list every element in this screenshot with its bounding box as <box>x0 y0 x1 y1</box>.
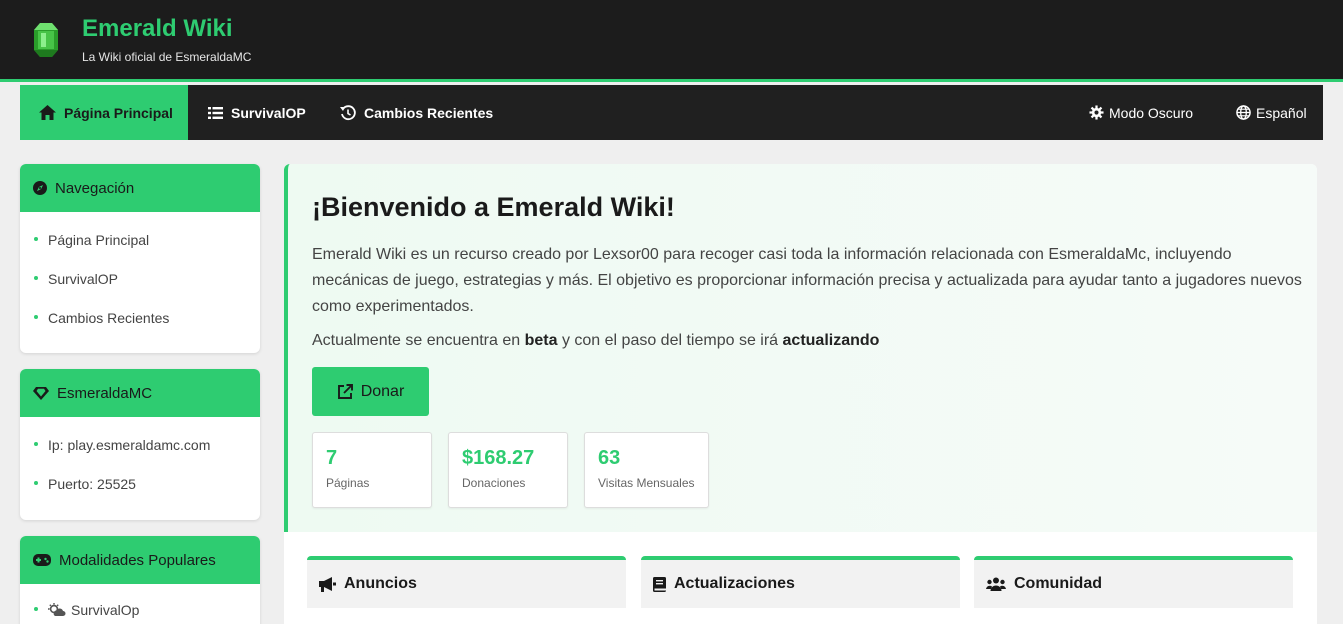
beta-note-prefix: Actualmente se encuentra en <box>312 332 521 349</box>
stat-visits-label: Visitas Mensuales <box>598 476 695 490</box>
sidebar-navigation-header: Navegación <box>20 164 260 212</box>
panel-announcements-body <box>307 608 626 624</box>
panel-community-title: Comunidad <box>1014 575 1102 592</box>
gem-icon <box>33 386 49 400</box>
beta-note-middle: y con el paso del tiempo se irá <box>561 332 779 349</box>
stat-pages: 7 Páginas <box>312 432 432 508</box>
panel-updates: Actualizaciones <box>641 556 960 624</box>
page-title: ¡Bienvenido a Emerald Wiki! <box>312 192 675 222</box>
main-navbar: Página Principal SurvivalOP Cambios Reci… <box>20 85 1323 140</box>
sidebar-server-header: EsmeraldaMC <box>20 369 260 417</box>
users-icon <box>986 577 1006 591</box>
panel-community-body <box>974 608 1293 624</box>
donate-button[interactable]: Donar <box>312 367 429 416</box>
globe-icon <box>1236 105 1251 120</box>
sidebar-modes-card: Modalidades Populares SurvivalOp <box>20 536 260 624</box>
stat-pages-label: Páginas <box>326 476 370 490</box>
sidebar-modes-header: Modalidades Populares <box>20 536 260 584</box>
panel-updates-body <box>641 608 960 624</box>
sidebar-modes-title: Modalidades Populares <box>59 551 216 569</box>
history-icon <box>340 104 356 121</box>
external-link-icon <box>337 383 353 400</box>
main-content: ¡Bienvenido a Emerald Wiki! Emerald Wiki… <box>284 164 1317 624</box>
compass-icon <box>33 181 47 195</box>
nav-home[interactable]: Página Principal <box>20 85 188 140</box>
weather-icon <box>48 602 66 617</box>
nav-recent-changes-label: Cambios Recientes <box>364 104 494 121</box>
nav-survivalop-label: SurvivalOP <box>231 104 306 121</box>
site-header: Emerald Wiki La Wiki oficial de Esmerald… <box>0 0 1343 82</box>
site-subtitle: La Wiki oficial de EsmeraldaMC <box>82 50 252 64</box>
panel-announcements: Anuncios <box>307 556 626 624</box>
list-icon <box>208 106 223 119</box>
nav-survivalop[interactable]: SurvivalOP <box>208 85 306 140</box>
stat-donations: $168.27 Donaciones <box>448 432 568 508</box>
language-label: Español <box>1256 104 1307 121</box>
sidebar-server-title: EsmeraldaMC <box>57 384 153 402</box>
stat-visits-value: 63 <box>598 447 621 469</box>
panel-announcements-header: Anuncios <box>307 560 626 608</box>
home-icon <box>39 105 56 120</box>
dark-mode-label: Modo Oscuro <box>1109 104 1194 121</box>
stat-donations-label: Donaciones <box>462 476 526 490</box>
sidebar-link-home[interactable]: Página Principal <box>20 220 260 259</box>
mode-link-survivalop[interactable]: SurvivalOp <box>20 590 260 624</box>
language-selector[interactable]: Español <box>1236 85 1307 140</box>
nav-home-label: Página Principal <box>64 104 173 121</box>
sidebar-link-recent-changes[interactable]: Cambios Recientes <box>20 298 260 337</box>
welcome-hero: ¡Bienvenido a Emerald Wiki! Emerald Wiki… <box>284 164 1317 532</box>
donate-label: Donar <box>360 382 405 400</box>
gear-icon <box>1089 105 1104 120</box>
beta-note-updating: actualizando <box>782 332 880 349</box>
book-icon <box>653 576 666 592</box>
beta-note-beta: beta <box>524 332 558 349</box>
stat-pages-value: 7 <box>326 447 338 469</box>
dark-mode-toggle[interactable]: Modo Oscuro <box>1089 85 1193 140</box>
emerald-logo-icon[interactable] <box>33 22 59 58</box>
site-title[interactable]: Emerald Wiki <box>82 15 233 43</box>
sidebar-navigation-card: Navegación Página Principal SurvivalOP C… <box>20 164 260 353</box>
welcome-description: Emerald Wiki es un recurso creado por Le… <box>312 246 1302 315</box>
mode-link-survivalop-label: SurvivalOp <box>71 601 140 618</box>
server-port: Puerto: 25525 <box>20 464 260 503</box>
panel-community: Comunidad <box>974 556 1293 624</box>
sidebar-navigation-title: Navegación <box>55 179 135 197</box>
panel-announcements-title: Anuncios <box>344 575 417 592</box>
sidebar-server-card: EsmeraldaMC Ip: play.esmeraldamc.com Pue… <box>20 369 260 520</box>
beta-note: Actualmente se encuentra en beta y con e… <box>312 332 879 350</box>
panel-updates-title: Actualizaciones <box>674 575 795 592</box>
nav-recent-changes[interactable]: Cambios Recientes <box>340 85 493 140</box>
megaphone-icon <box>319 576 336 592</box>
gamepad-icon <box>33 554 51 566</box>
panel-community-header: Comunidad <box>974 560 1293 608</box>
server-ip: Ip: play.esmeraldamc.com <box>20 425 260 464</box>
sidebar-link-survivalop[interactable]: SurvivalOP <box>20 259 260 298</box>
stat-donations-value: $168.27 <box>462 447 535 469</box>
panel-updates-header: Actualizaciones <box>641 560 960 608</box>
stat-visits: 63 Visitas Mensuales <box>584 432 709 508</box>
